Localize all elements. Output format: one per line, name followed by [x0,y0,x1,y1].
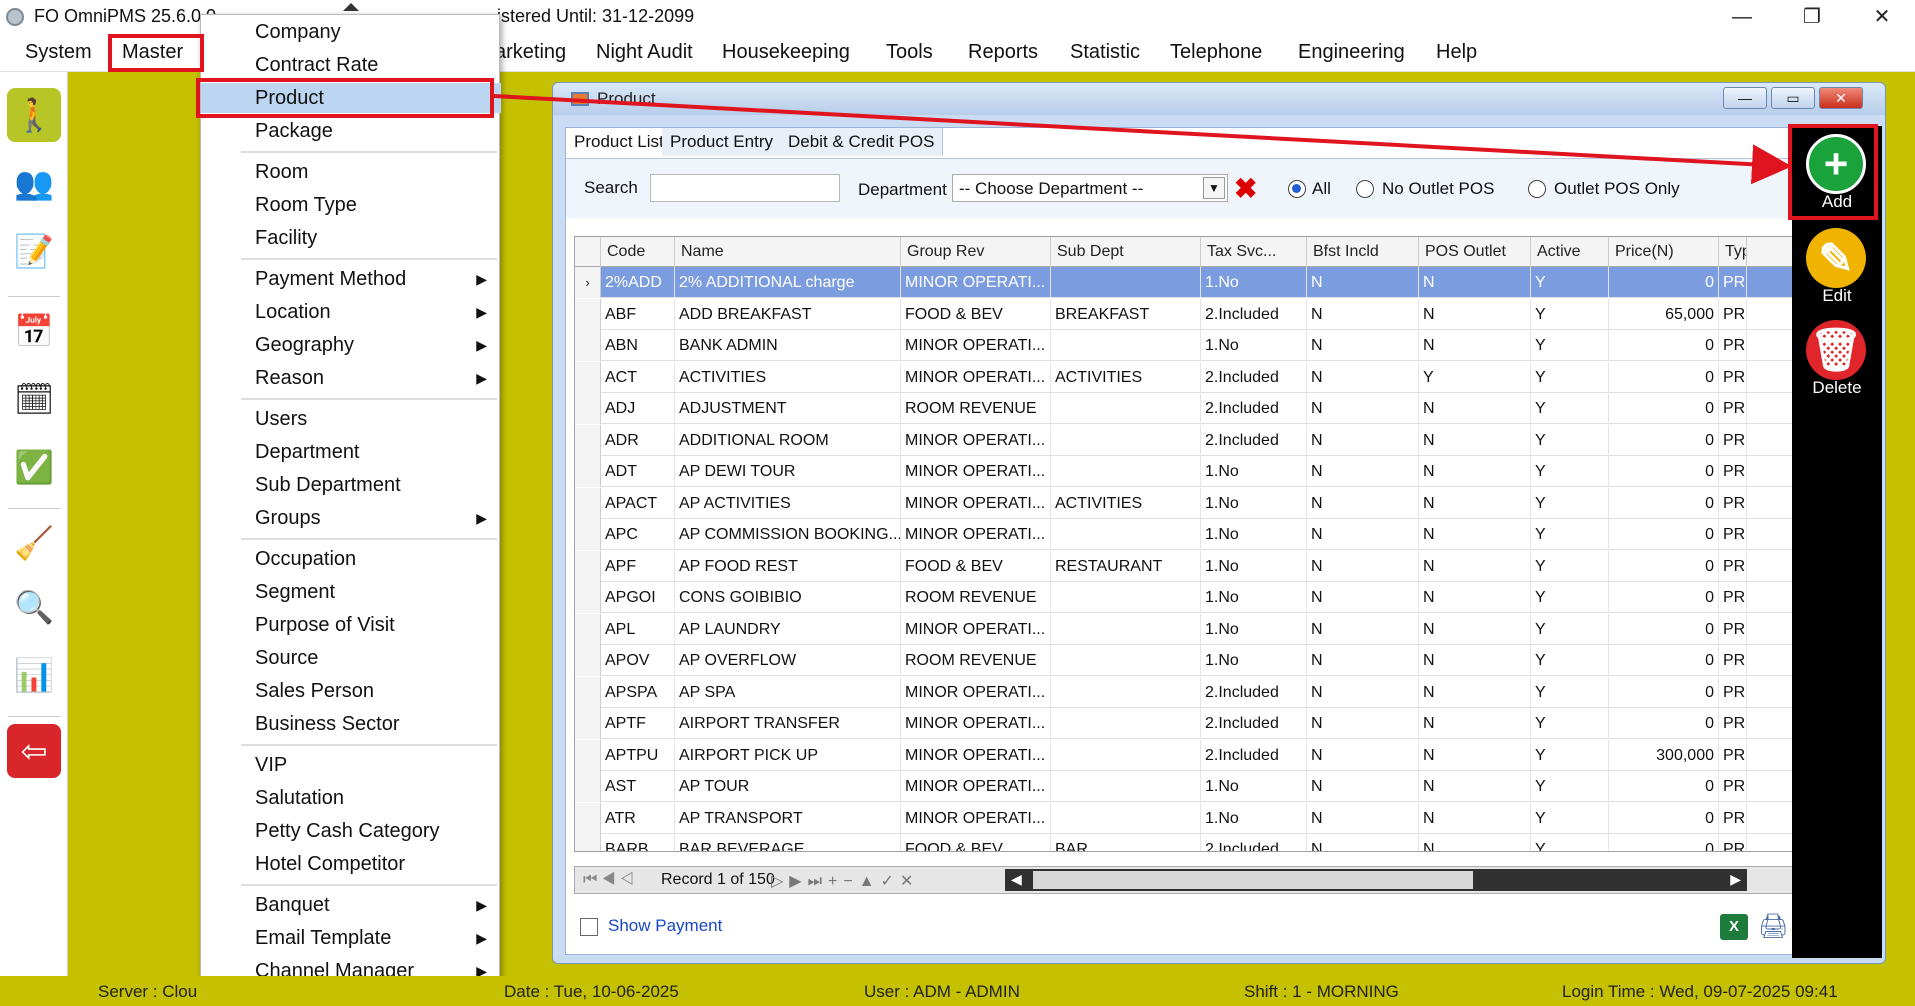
annotation-arrow [493,94,1792,185]
arrow-line [493,94,1792,185]
